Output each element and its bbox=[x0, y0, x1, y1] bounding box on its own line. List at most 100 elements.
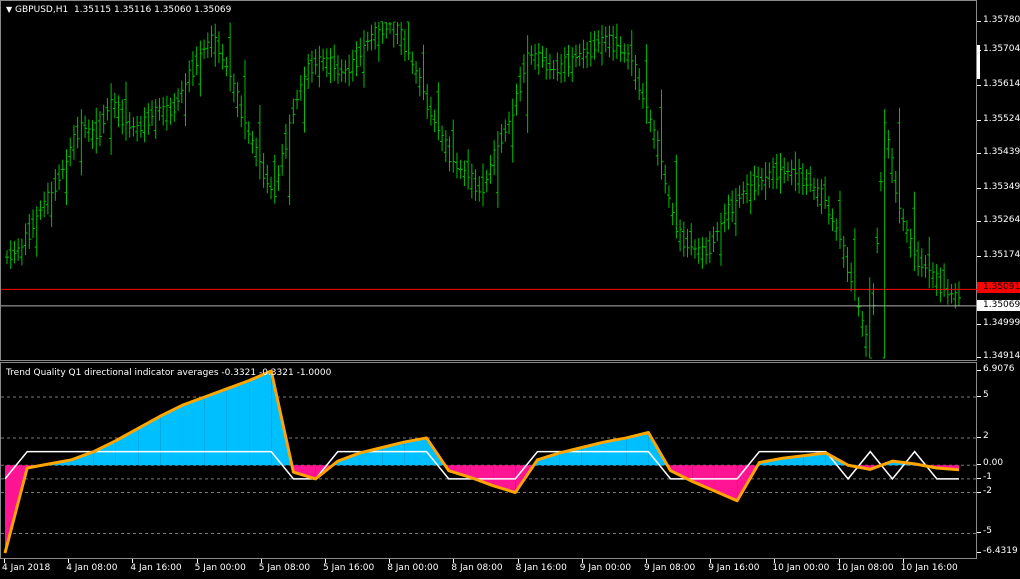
indicator-title: Trend Quality Q1 directional indicator a… bbox=[6, 368, 332, 378]
price-chart-canvas[interactable] bbox=[1, 1, 978, 362]
price-bar bbox=[235, 82, 240, 118]
price-bar bbox=[629, 30, 634, 76]
price-tick-mark bbox=[977, 357, 981, 358]
price-bar bbox=[811, 177, 816, 201]
price-bar bbox=[823, 176, 828, 209]
price-tick-mark bbox=[977, 50, 981, 52]
price-bar bbox=[692, 239, 697, 259]
price-bar bbox=[187, 60, 192, 93]
price-bar bbox=[410, 51, 415, 74]
price-bar bbox=[533, 44, 538, 70]
indicator-axis-label: -2 bbox=[983, 485, 992, 496]
price-bar bbox=[313, 48, 318, 75]
price-bar bbox=[488, 155, 493, 184]
price-chart-panel[interactable]: ▼ GBPUSD,H1 1.35115 1.35116 1.35060 1.35… bbox=[0, 0, 978, 362]
chart-title: ▼ GBPUSD,H1 1.35115 1.35116 1.35060 1.35… bbox=[6, 5, 231, 15]
dropdown-triangle-icon[interactable]: ▼ bbox=[6, 5, 12, 14]
price-bar bbox=[239, 95, 244, 128]
price-bar bbox=[280, 143, 285, 176]
price-bar bbox=[912, 191, 917, 272]
price-bar bbox=[544, 47, 549, 80]
indicator-axis-label: 0.00 bbox=[983, 458, 1004, 469]
indicator-panel[interactable]: Trend Quality Q1 directional indicator a… bbox=[0, 362, 978, 560]
time-axis[interactable]: 4 Jan 2018 4 Jan 08:00 4 Jan 16:00 5 Jan 00… bbox=[0, 559, 1020, 579]
price-bar bbox=[815, 178, 820, 208]
price-bar bbox=[257, 105, 262, 180]
price-bar bbox=[16, 238, 21, 261]
price-bar bbox=[365, 31, 370, 52]
price-bar bbox=[309, 50, 314, 83]
price-bar bbox=[484, 169, 489, 193]
positive-area bbox=[204, 388, 227, 466]
price-bar bbox=[596, 30, 601, 53]
price-bar bbox=[473, 169, 478, 201]
price-bar bbox=[726, 194, 731, 230]
indicator-tick-mark bbox=[977, 396, 981, 398]
price-bar bbox=[529, 45, 534, 65]
price-bar bbox=[678, 219, 683, 252]
price-bar bbox=[317, 45, 322, 88]
price-bar bbox=[443, 130, 448, 163]
price-bar bbox=[938, 267, 943, 303]
price-bar bbox=[540, 46, 545, 68]
price-bar bbox=[332, 44, 337, 81]
time-tick-label: 10 Jan 08:00 bbox=[836, 563, 894, 573]
price-bar bbox=[395, 22, 400, 45]
price-bar bbox=[949, 284, 954, 304]
price-bar bbox=[220, 44, 225, 70]
price-bar bbox=[120, 99, 125, 135]
price-bar bbox=[12, 240, 17, 264]
price-tick-mark bbox=[977, 256, 981, 258]
price-bar bbox=[272, 154, 277, 204]
price-bar bbox=[704, 237, 709, 265]
indicator-axis[interactable]: 6.9076 5 2 0.00 -1 -2 -5 -6.4319 bbox=[977, 362, 1020, 559]
price-bar bbox=[555, 52, 560, 81]
price-bar bbox=[250, 131, 255, 154]
indicator-tick-mark bbox=[977, 436, 981, 438]
price-bar bbox=[213, 23, 218, 67]
price-bar bbox=[428, 96, 433, 126]
price-bar bbox=[287, 114, 292, 205]
price-bar bbox=[878, 171, 883, 192]
price-bar bbox=[276, 165, 281, 191]
price-bar bbox=[845, 247, 850, 282]
price-bar bbox=[68, 137, 73, 167]
price-bar bbox=[893, 170, 898, 203]
price-bar bbox=[261, 152, 266, 188]
price-bar bbox=[291, 98, 296, 125]
price-tick-mark bbox=[977, 324, 981, 326]
price-bar bbox=[849, 262, 854, 292]
price-bar bbox=[198, 40, 203, 97]
price-bar bbox=[469, 163, 474, 199]
price-bar bbox=[306, 54, 311, 89]
price-bar bbox=[841, 235, 846, 268]
time-tick-label: 9 Jan 00:00 bbox=[579, 563, 632, 573]
price-bar bbox=[882, 109, 887, 359]
time-tick-label: 5 Jan 16:00 bbox=[323, 563, 375, 573]
price-bar bbox=[194, 46, 199, 76]
price-tick-label: 1.35264 bbox=[983, 215, 1020, 226]
price-bar bbox=[53, 169, 58, 201]
price-bar bbox=[737, 185, 742, 208]
price-bar bbox=[919, 248, 924, 277]
price-bar bbox=[27, 214, 32, 249]
price-axis[interactable]: 1.35780 1.35704 1.35614 1.35524 1.35439 1.353… bbox=[977, 0, 1020, 361]
price-tick-mark bbox=[977, 188, 981, 190]
price-bar bbox=[622, 43, 627, 63]
price-bar bbox=[124, 81, 128, 141]
price-bar bbox=[570, 47, 575, 83]
price-bar bbox=[566, 44, 571, 77]
price-bar bbox=[101, 104, 106, 134]
indicator-canvas[interactable] bbox=[1, 363, 978, 560]
price-bar bbox=[577, 43, 582, 67]
price-bar bbox=[466, 149, 471, 190]
price-bar bbox=[793, 151, 798, 192]
price-tick-label: 1.35524 bbox=[983, 114, 1020, 125]
price-bar bbox=[856, 297, 861, 317]
price-bar bbox=[153, 99, 158, 139]
price-bar bbox=[700, 236, 705, 269]
price-bar bbox=[852, 228, 857, 301]
price-bar bbox=[432, 109, 437, 133]
price-bar bbox=[142, 107, 147, 143]
price-bar bbox=[190, 51, 195, 87]
